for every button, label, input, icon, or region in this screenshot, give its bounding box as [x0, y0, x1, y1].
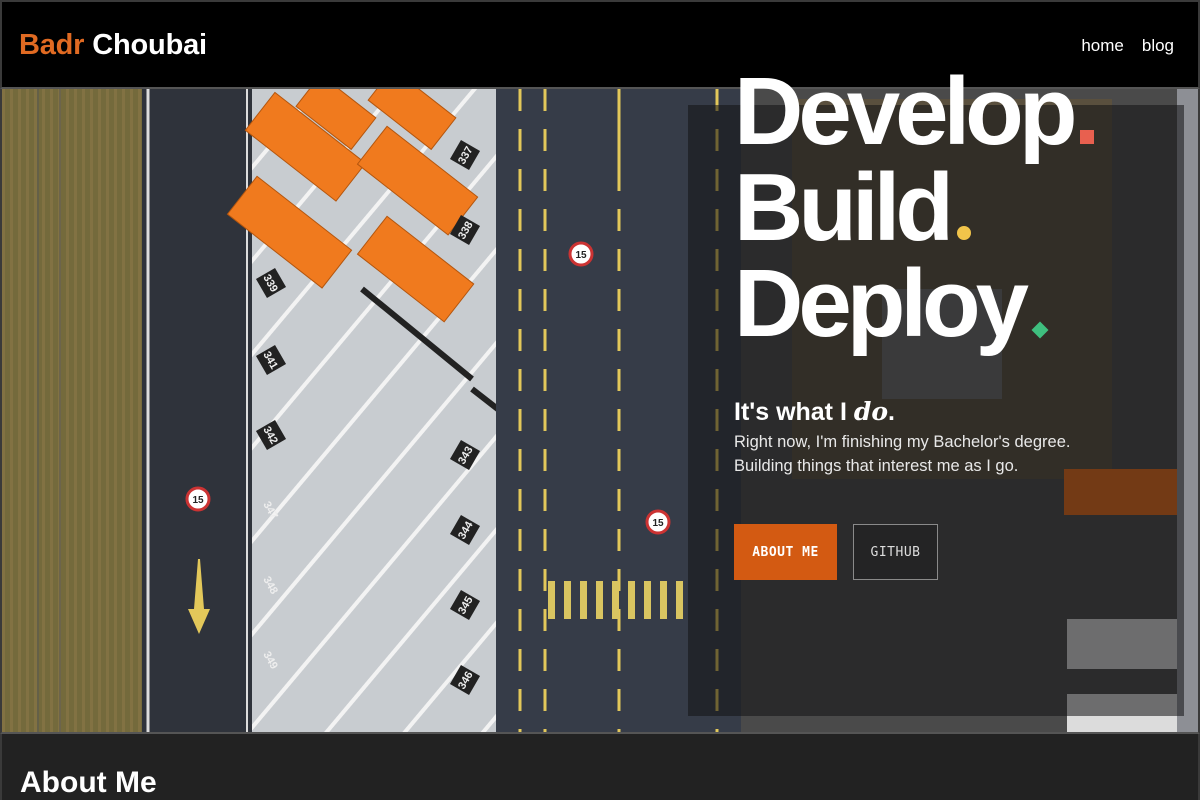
description-line-2: Building things that interest me as I go… — [734, 457, 1019, 475]
headline-develop: Develop — [734, 64, 1095, 160]
about-title: About Me — [20, 766, 157, 799]
logo-last-name: Choubai — [92, 29, 207, 61]
headline-deploy: Deploy — [734, 256, 1094, 352]
speed-limit-sign: 15 — [192, 495, 204, 506]
speed-limit-sign: 15 — [652, 518, 664, 529]
github-button[interactable]: GITHUB — [853, 524, 938, 580]
hero-description: Right now, I'm finishing my Bachelor's d… — [734, 430, 1070, 478]
hero-tagline: It's what I do. — [734, 397, 895, 426]
headline-build: Build — [734, 160, 1094, 256]
about-me-button[interactable]: ABOUT ME — [734, 524, 837, 580]
red-square-dot — [1080, 130, 1095, 144]
green-diamond-dot — [1031, 321, 1049, 339]
yellow-circle-dot — [956, 226, 971, 240]
speed-limit-sign: 15 — [575, 250, 587, 261]
about-section: About Me — [0, 734, 1200, 800]
main-nav: home blog — [1081, 36, 1174, 56]
nav-home-link[interactable]: home — [1081, 36, 1124, 56]
hero-headline: Develop Build Deploy — [734, 64, 1095, 352]
tagline-emphasis: do — [853, 397, 889, 426]
nav-blog-link[interactable]: blog — [1142, 36, 1174, 56]
logo-first-name: Badr — [19, 29, 85, 61]
site-logo[interactable]: Badr Choubai — [19, 29, 207, 62]
description-line-1: Right now, I'm finishing my Bachelor's d… — [734, 433, 1071, 451]
